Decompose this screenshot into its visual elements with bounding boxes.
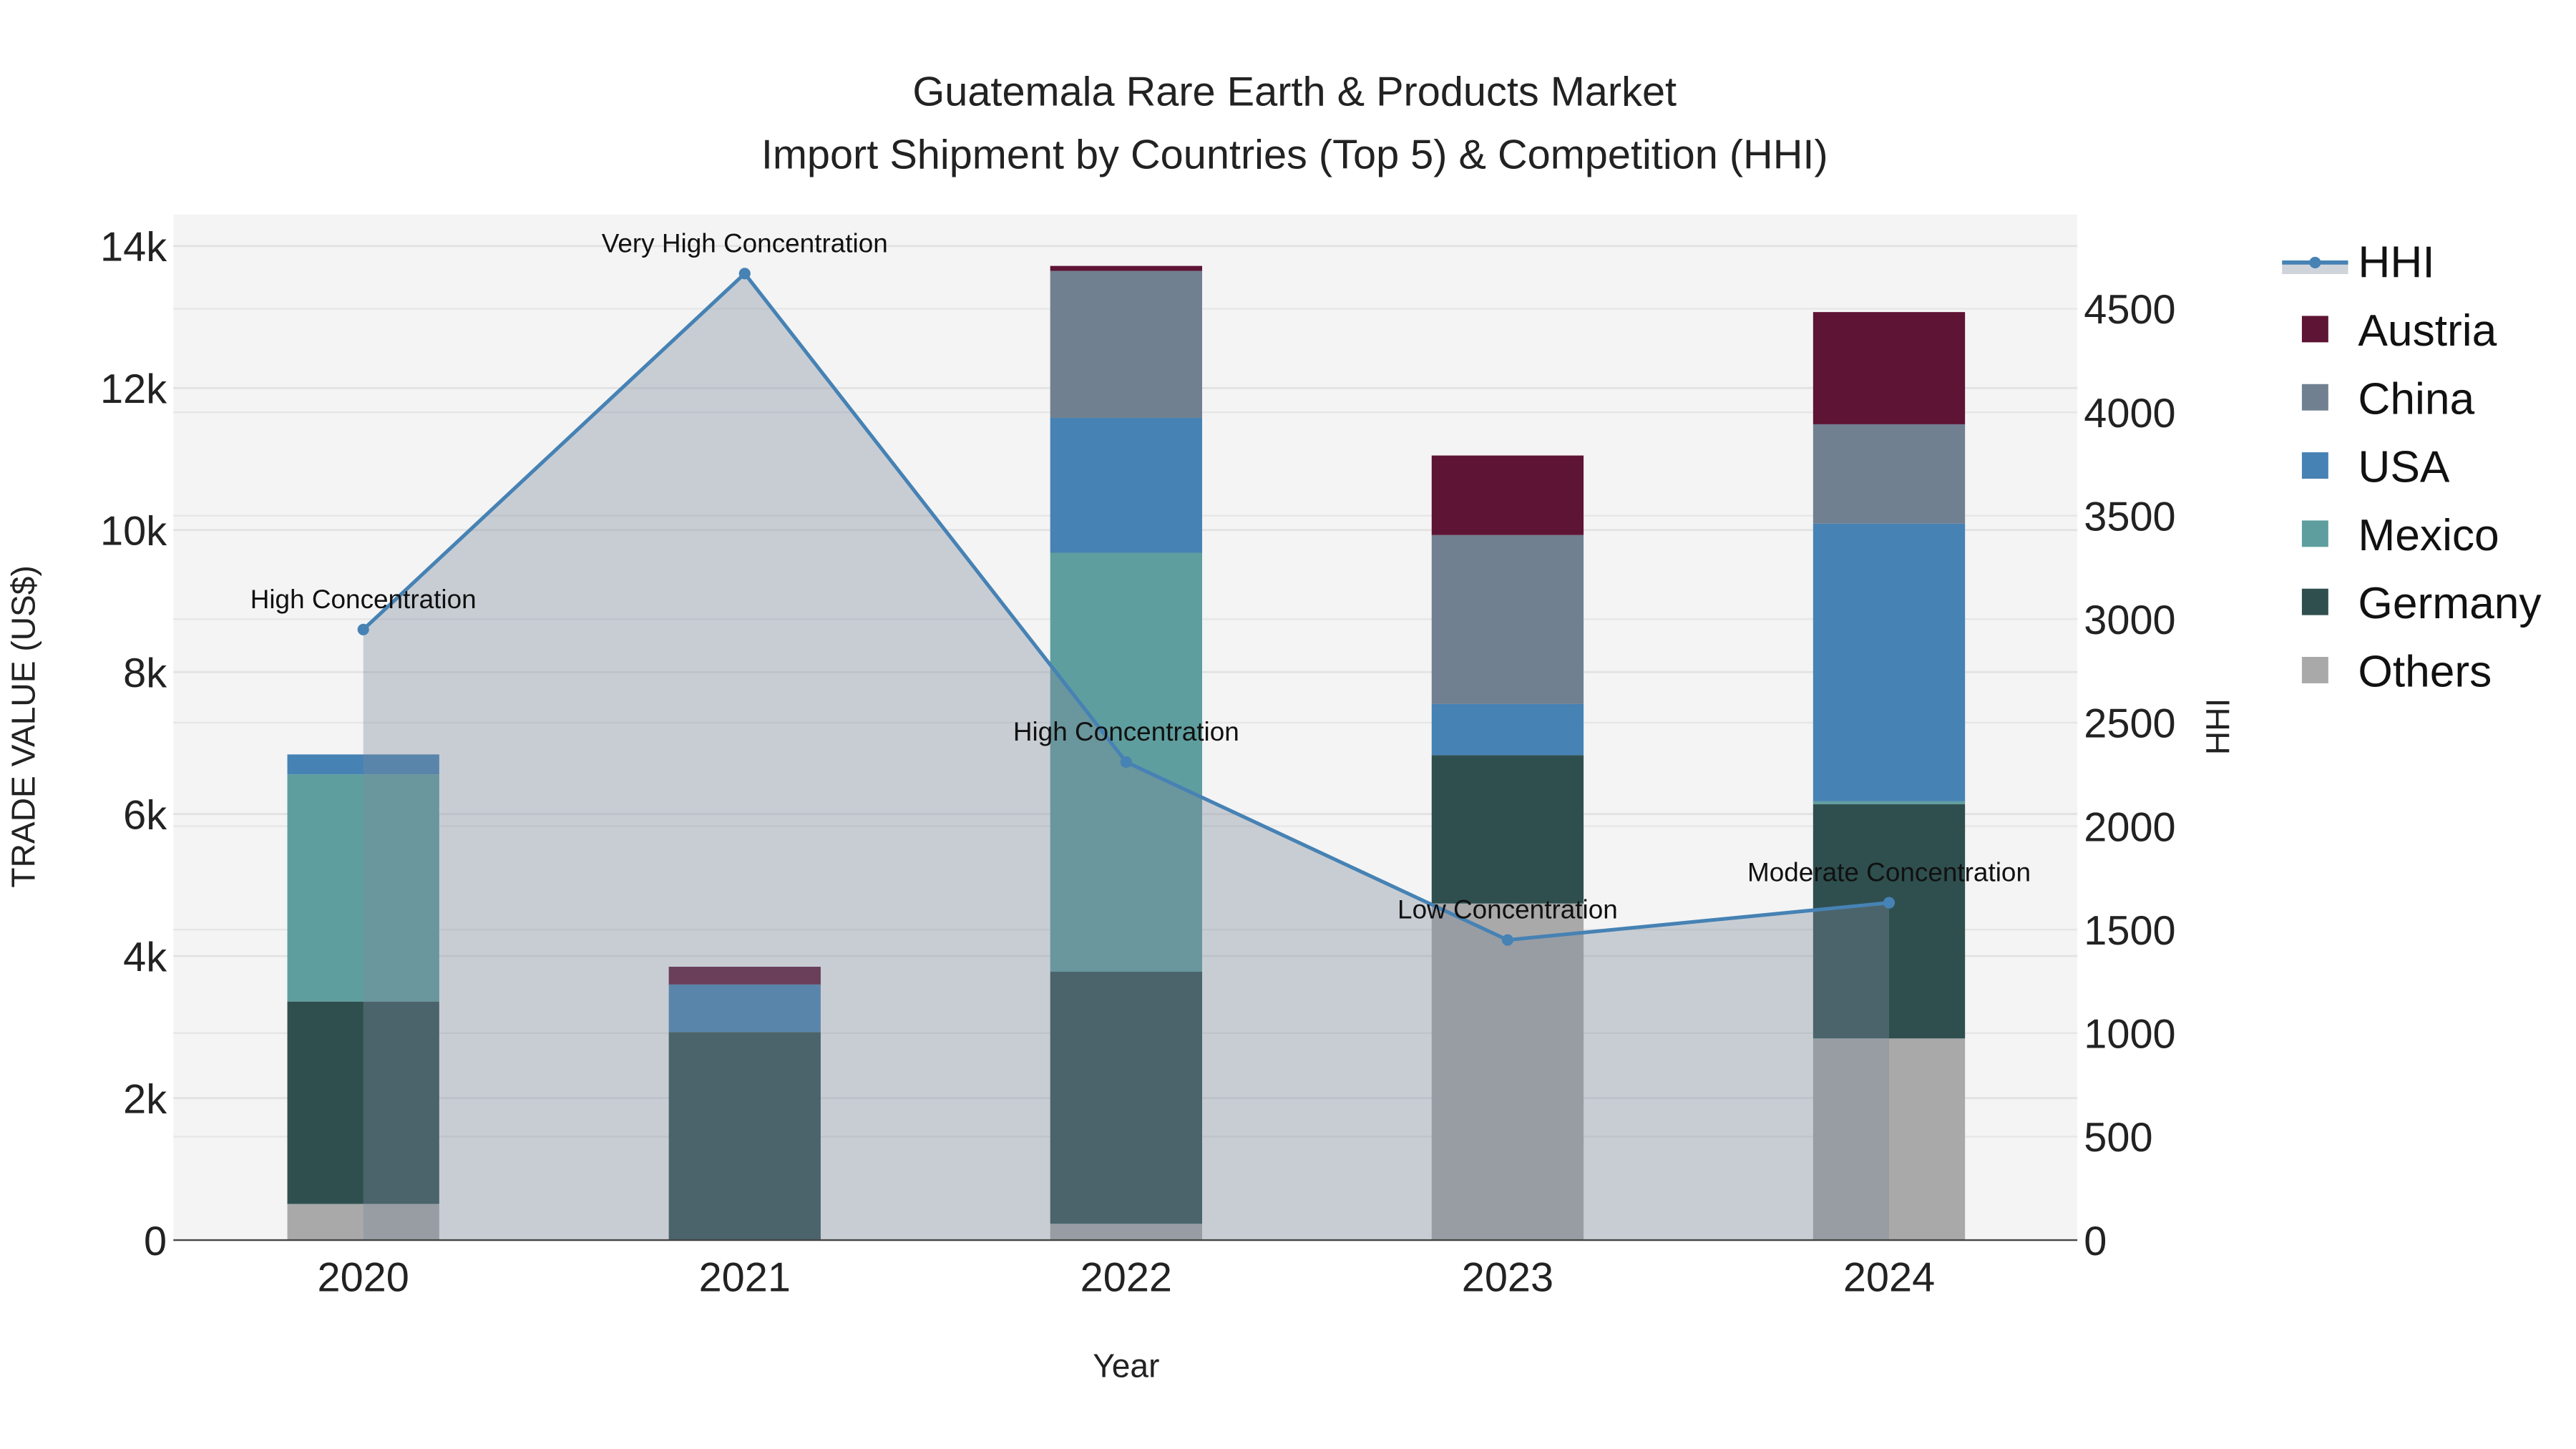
bar-china xyxy=(1431,535,1584,704)
bar-usa xyxy=(1813,523,1966,801)
hhi-point xyxy=(738,268,751,280)
y2-tick-label: 2000 xyxy=(2084,804,2175,850)
bar-usa xyxy=(1050,417,1202,553)
legend: HHI Austria China USA Mexico Germany Others xyxy=(2282,238,2542,697)
legend-item-austria: Austria xyxy=(2301,306,2497,356)
chart-subtitle: Import Shipment by Countries (Top 5) & C… xyxy=(761,132,1828,177)
x-axis: 2020 2021 2022 2023 2024 xyxy=(318,1255,1936,1301)
y2-tick-label: 2500 xyxy=(2084,701,2175,747)
legend-item-mexico: Mexico xyxy=(2301,511,2499,560)
bar-austria xyxy=(1813,312,1966,424)
legend-swatch xyxy=(2301,384,2328,411)
legend-item-hhi: HHI xyxy=(2282,238,2435,288)
y2-tick-label: 500 xyxy=(2084,1115,2152,1161)
y2-tick-label: 3000 xyxy=(2084,597,2175,643)
y-tick-label: 6k xyxy=(123,792,167,838)
hhi-point xyxy=(1501,934,1513,946)
y-tick-label: 14k xyxy=(100,225,167,270)
y2-tick-label: 3500 xyxy=(2084,494,2175,540)
legend-label: China xyxy=(2358,374,2474,424)
y-axis: 0 2k 4k 6k 8k 10k 12k 14k xyxy=(100,225,167,1264)
bar-austria xyxy=(1050,265,1202,271)
legend-label: Others xyxy=(2358,648,2492,697)
x-tick-label: 2024 xyxy=(1843,1255,1935,1301)
y-tick-label: 10k xyxy=(100,509,167,555)
y2-axis-label: HHI xyxy=(2199,698,2236,755)
y2-tick-label: 1500 xyxy=(2084,908,2175,954)
y2-tick-label: 0 xyxy=(2084,1219,2107,1264)
bar-austria xyxy=(1431,455,1584,535)
hhi-annotation: Very High Concentration xyxy=(602,228,888,258)
bar-germany xyxy=(1431,755,1584,904)
y2-tick-label: 4000 xyxy=(2084,391,2175,436)
hhi-annotation: Low Concentration xyxy=(1397,895,1618,924)
hhi-annotation: Moderate Concentration xyxy=(1747,858,2031,887)
legend-label: Germany xyxy=(2358,579,2542,628)
y2-tick-label: 4500 xyxy=(2084,287,2175,333)
y2-axis: 0 500 1000 1500 2000 2500 3000 3500 4000 4500 xyxy=(2084,287,2175,1264)
legend-swatch xyxy=(2301,657,2328,683)
hhi-point xyxy=(1883,897,1896,909)
y2-tick-label: 1000 xyxy=(2084,1012,2175,1058)
hhi-point xyxy=(357,623,369,635)
y-tick-label: 12k xyxy=(100,366,167,412)
legend-label: Austria xyxy=(2358,306,2497,356)
bar-china xyxy=(1050,270,1202,418)
x-tick-label: 2021 xyxy=(699,1255,791,1301)
bar-usa xyxy=(1431,703,1584,756)
legend-item-others: Others xyxy=(2301,648,2492,697)
legend-item-china: China xyxy=(2301,374,2475,424)
legend-hhi-marker xyxy=(2309,256,2321,268)
legend-label: Mexico xyxy=(2358,511,2499,560)
legend-item-usa: USA xyxy=(2301,443,2450,492)
hhi-annotation: High Concentration xyxy=(250,585,477,614)
hhi-annotation: High Concentration xyxy=(1013,717,1239,746)
y-axis-label: TRADE VALUE (US$) xyxy=(4,565,42,887)
bar-mexico xyxy=(1813,801,1966,804)
x-tick-label: 2020 xyxy=(318,1255,409,1301)
legend-label: HHI xyxy=(2358,238,2434,288)
chart-title: Guatemala Rare Earth & Products Market xyxy=(912,69,1677,115)
x-tick-label: 2022 xyxy=(1080,1255,1172,1301)
x-tick-label: 2023 xyxy=(1462,1255,1553,1301)
bar-china xyxy=(1813,424,1966,524)
legend-label: USA xyxy=(2358,443,2450,492)
chart: Guatemala Rare Earth & Products Market I… xyxy=(4,69,2542,1385)
y-tick-label: 4k xyxy=(123,935,167,980)
legend-swatch xyxy=(2301,316,2328,343)
legend-swatch xyxy=(2301,452,2328,479)
y-tick-label: 8k xyxy=(123,650,167,696)
x-axis-label: Year xyxy=(1093,1347,1159,1385)
y-tick-label: 2k xyxy=(123,1076,167,1122)
legend-swatch xyxy=(2301,520,2328,547)
y-tick-label: 0 xyxy=(144,1219,167,1264)
legend-swatch xyxy=(2301,588,2328,615)
legend-item-germany: Germany xyxy=(2301,579,2542,628)
hhi-point xyxy=(1120,756,1132,768)
